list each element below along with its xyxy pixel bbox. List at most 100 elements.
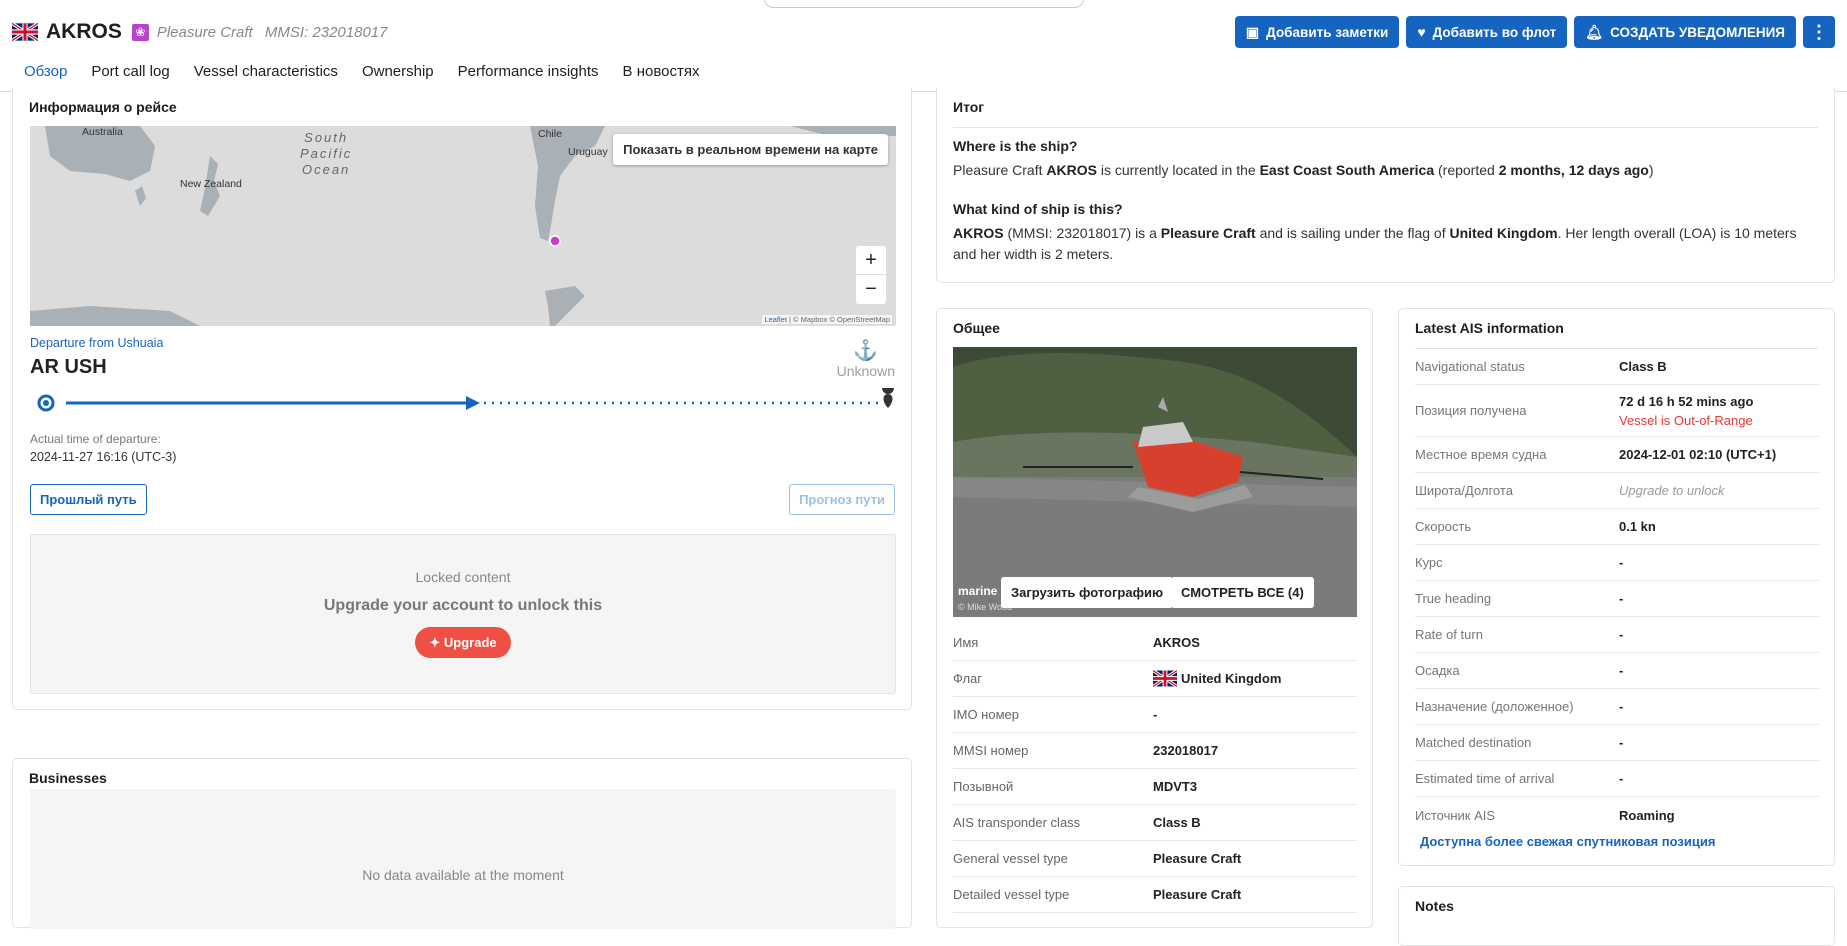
bell-icon: 🔔︎ [1585,23,1604,40]
sparkle-icon: ✦ [429,635,441,650]
answer-kind: AKROS (MMSI: 232018017) is a Pleasure Cr… [953,225,1797,262]
uk-flag-icon [1153,670,1177,687]
add-to-fleet-label: Добавить во флот [1432,24,1557,40]
upgrade-button[interactable]: ✦ Upgrade [415,627,511,658]
zoom-in-button[interactable]: + [856,246,886,275]
general-row-mmsi: MMSI номер 232018017 [953,733,1357,769]
more-vertical-icon[interactable]: ⋮ [1803,16,1835,48]
out-of-range-warning: Vessel is Out-of-Range [1619,412,1753,428]
ais-row-rate-of-turn: Rate of turn - [1415,617,1819,653]
ais-row-lat-lon: Широта/Долгота Upgrade to unlock [1415,473,1819,509]
ais-row-nav-status: Navigational status Class B [1415,349,1819,385]
summary-divider [953,127,1818,128]
answer-reported: 2 months, 12 days ago [1498,162,1649,178]
notes-title: Notes [1415,898,1454,914]
general-row-name: Имя AKROS [953,625,1357,661]
businesses-empty: No data available at the moment [30,789,896,929]
search-bar[interactable] [764,0,1084,8]
general-row-flag: Флаг United Kingdom [953,661,1357,697]
header-actions: ▣ Добавить заметки ♥ Добавить во флот 🔔︎… [1234,16,1835,48]
add-notes-button[interactable]: ▣ Добавить заметки [1234,16,1400,48]
map-label-new-zealand: New Zealand [180,178,242,190]
destination-label: Unknown [836,363,895,379]
summary-card: Итог Where is the ship? Pleasure Craft A… [936,88,1835,283]
map-label-ocean: South Pacific Ocean [300,130,352,178]
ais-row-position-received: Позиция получена 72 d 16 h 52 mins ago Ves… [1415,385,1819,437]
general-row-imo: IMO номер - [953,697,1357,733]
upgrade-label: Upgrade [443,635,497,650]
anchor-icon: ⚓ [853,340,879,362]
port-pin-icon [882,388,894,408]
summary-title: Итог [953,99,985,115]
general-row-general-type: General vessel type Pleasure Craft [953,841,1357,877]
ais-card: Latest AIS information Navigational stat… [1398,308,1835,866]
tab-performance-insights[interactable]: Performance insights [446,58,611,92]
voyage-progress [37,388,894,412]
map-label-uruguay: Uruguay [568,146,608,158]
add-notes-label: Добавить заметки [1266,24,1389,40]
uk-flag-icon [12,23,38,41]
ais-row-course: Курс - [1415,545,1819,581]
note-add-icon: ▣ [1245,23,1260,40]
photo-watermark: marine [958,584,998,598]
ais-row-source: Источник AIS Roaming [1415,807,1675,823]
map-label-chile: Chile [538,128,562,140]
businesses-card: Businesses No data available at the mome… [12,758,912,929]
map-label-ocean-2: Pacific [300,146,353,161]
tab-overview[interactable]: Обзор [12,58,80,92]
show-live-map-button[interactable]: Показать в реальном времени на карте [613,134,888,165]
ais-row-true-heading: True heading - [1415,581,1819,617]
tab-vessel-characteristics[interactable]: Vessel characteristics [182,58,350,92]
map-label-australia: Australia [82,126,123,138]
lat-lon-upgrade-link[interactable]: Upgrade to unlock [1619,483,1725,498]
businesses-title: Businesses [29,770,107,786]
pleasure-craft-icon: ❀ [131,23,149,41]
zoom-control: + − [856,246,886,304]
vessel-subtitle: Pleasure Craft MMSI: 232018017 [157,24,396,41]
locked-content: Locked content Upgrade your account to u… [30,534,896,694]
voyage-card: Информация о рейсе Australia New Zealand… [12,88,912,710]
vessel-mmsi: MMSI: 232018017 [264,23,388,41]
ais-row-reported-destination: Назначение (доложенное) - [1415,689,1819,725]
map-label-ocean-3: Ocean [301,162,351,177]
voyage-map[interactable]: Australia New Zealand Chile Uruguay Sout… [30,126,896,326]
map-attribution: Leaflet | © Mapbox © OpenStreetMap [762,315,892,324]
map-label-ocean-1: South [304,130,349,145]
answer-where: Pleasure Craft AKROS is currently locate… [953,162,1654,178]
ais-title: Latest AIS information [1415,320,1564,336]
create-alerts-button[interactable]: 🔔︎ СОЗДАТЬ УВЕДОМЛЕНИЯ [1574,16,1796,48]
satellite-position-link[interactable]: Доступна более свежая спутниковая позици… [1420,834,1715,849]
ais-row-draught: Осадка - [1415,653,1819,689]
leaflet-link[interactable]: Leaflet [764,315,787,324]
vessel-photo[interactable]: marine © Mike Wood Загрузить фотографию … [953,347,1357,617]
general-row-detailed-type: Detailed vessel type Pleasure Craft [953,877,1357,913]
notes-card: Notes [1398,886,1835,946]
question-kind: What kind of ship is this? [953,201,1123,217]
forecast-track-button[interactable]: Прогноз пути [789,484,895,515]
vessel-title-row: AKROS ❀ Pleasure Craft MMSI: 232018017 [12,20,395,44]
flag-country: United Kingdom [1181,671,1282,686]
heart-icon: ♥ [1417,24,1426,40]
past-track-button[interactable]: Прошлый путь [30,484,147,515]
tab-port-call-log[interactable]: Port call log [79,58,181,92]
ais-row-speed: Скорость 0.1 kn [1415,509,1819,545]
vessel-name: AKROS [46,20,122,43]
add-to-fleet-button[interactable]: ♥ Добавить во флот [1406,16,1568,48]
general-title: Общее [953,320,1000,336]
upload-photo-button[interactable]: Загрузить фотографию [1001,577,1174,608]
vessel-marker[interactable] [549,235,561,247]
question-where: Where is the ship? [953,138,1078,154]
general-row-ais-class: AIS transponder class Class B [953,805,1357,841]
map-attribution-rest: | © Mapbox © OpenStreetMap [786,315,890,324]
general-row-callsign: Позывной MDVT3 [953,769,1357,805]
view-all-photos-button[interactable]: СМОТРЕТЬ ВСЕ (4) [1171,577,1314,608]
tab-bar: Обзор Port call log Vessel characteristi… [12,58,711,92]
locked-label: Locked content [415,569,511,585]
tab-ownership[interactable]: Ownership [350,58,446,92]
zoom-out-button[interactable]: − [856,275,886,304]
departure-label[interactable]: Departure from Ushuaia [30,336,163,350]
departure-port-code: AR USH [30,356,107,378]
destination: ⚓ Unknown [837,338,895,379]
vessel-header: AKROS ❀ Pleasure Craft MMSI: 232018017 ▣… [0,0,1847,92]
tab-news[interactable]: В новостях [611,58,712,92]
